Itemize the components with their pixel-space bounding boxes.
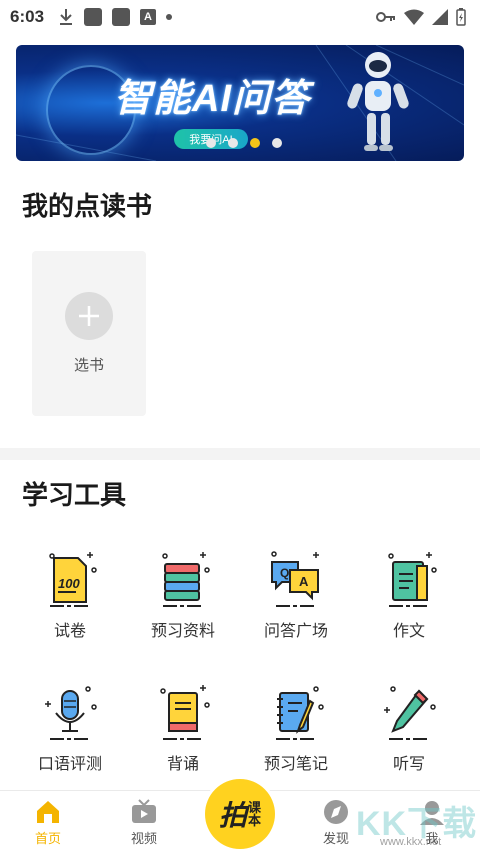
tool-label: 听写 [392,756,425,773]
watermark-url: www.kkx.net [380,836,442,848]
exam-paper-icon: 100 [49,552,97,607]
pagination-dot [206,138,216,148]
tool-recite[interactable]: 背诵 [128,681,238,774]
tool-oral-test[interactable]: 口语评测 [15,681,125,774]
snap-sub-labels: 课 本 [248,801,261,827]
system-icons [376,8,466,26]
app-notification-icon [112,8,131,26]
pagination-dot [272,138,282,148]
more-notifications-icon [166,14,173,20]
tool-preview-notes[interactable]: 预习笔记 [241,681,351,774]
nav-video-label: 视频 [130,831,157,846]
tool-composition[interactable]: 作文 [354,548,464,641]
tool-exam[interactable]: 100 试卷 [15,548,125,641]
svg-text:A: A [299,574,309,589]
signal-icon [432,9,448,25]
book-stack-icon [162,552,210,607]
microphone-icon [45,686,97,740]
battery-icon [456,8,466,26]
key-icon [376,12,395,22]
nav-home-label: 首页 [34,831,61,846]
notification-icons: A [58,8,173,26]
ai-qa-banner[interactable]: 智能AI问答 我要问AI [16,45,464,161]
home-icon [37,801,59,823]
svg-text:Q: Q [280,566,289,580]
snap-main-label: 拍 [218,800,247,831]
nav-discover-label: 发现 [322,831,349,846]
tool-label: 口语评测 [37,756,102,773]
nav-home[interactable]: 首页 [18,799,78,847]
status-time: 6:03 [10,7,45,26]
notebook-icon [388,552,437,607]
tools-section-title: 学习工具 [22,480,127,510]
snap-sub-label-2: 本 [248,813,262,828]
tool-label: 预习资料 [150,623,215,640]
download-icon [60,9,73,25]
add-book-button[interactable] [65,292,113,340]
wifi-icon [404,9,424,25]
pencil-icon [384,686,436,740]
notepad-pen-icon [276,686,324,740]
compass-icon [324,800,348,824]
banner-title: 智能AI问答 [114,78,311,120]
qa-bubbles-icon: Q A [271,551,319,607]
reading-section-title: 我的点读书 [22,191,153,221]
tool-label: 试卷 [53,623,86,640]
robot-icon [347,52,409,151]
tool-preview-materials[interactable]: 预习资料 [128,548,238,641]
nav-video[interactable]: 视频 [114,799,174,847]
app-notification-icon [84,8,103,26]
tool-label: 预习笔记 [263,756,328,773]
video-tv-icon [132,799,156,823]
tool-label: 背诵 [166,756,199,773]
pagination-dot-active [250,138,260,148]
nav-snap-button[interactable]: 拍 课 本 [205,779,275,849]
svg-text:100: 100 [58,576,80,591]
book-icon [160,685,210,740]
tool-label: 问答广场 [263,623,328,640]
plus-icon [79,306,99,326]
pagination-dot [228,138,238,148]
tool-qa-square[interactable]: Q A 问答广场 [241,548,351,641]
select-book-label: 选书 [73,357,104,374]
section-divider [0,448,480,460]
select-book-card[interactable]: 选书 [32,251,146,416]
tool-dictation[interactable]: 听写 [354,681,464,774]
status-bar: 6:03 A [0,0,480,34]
tool-label: 作文 [392,623,425,640]
banner-pagination [206,138,282,148]
a-notification-icon: A [140,9,157,25]
